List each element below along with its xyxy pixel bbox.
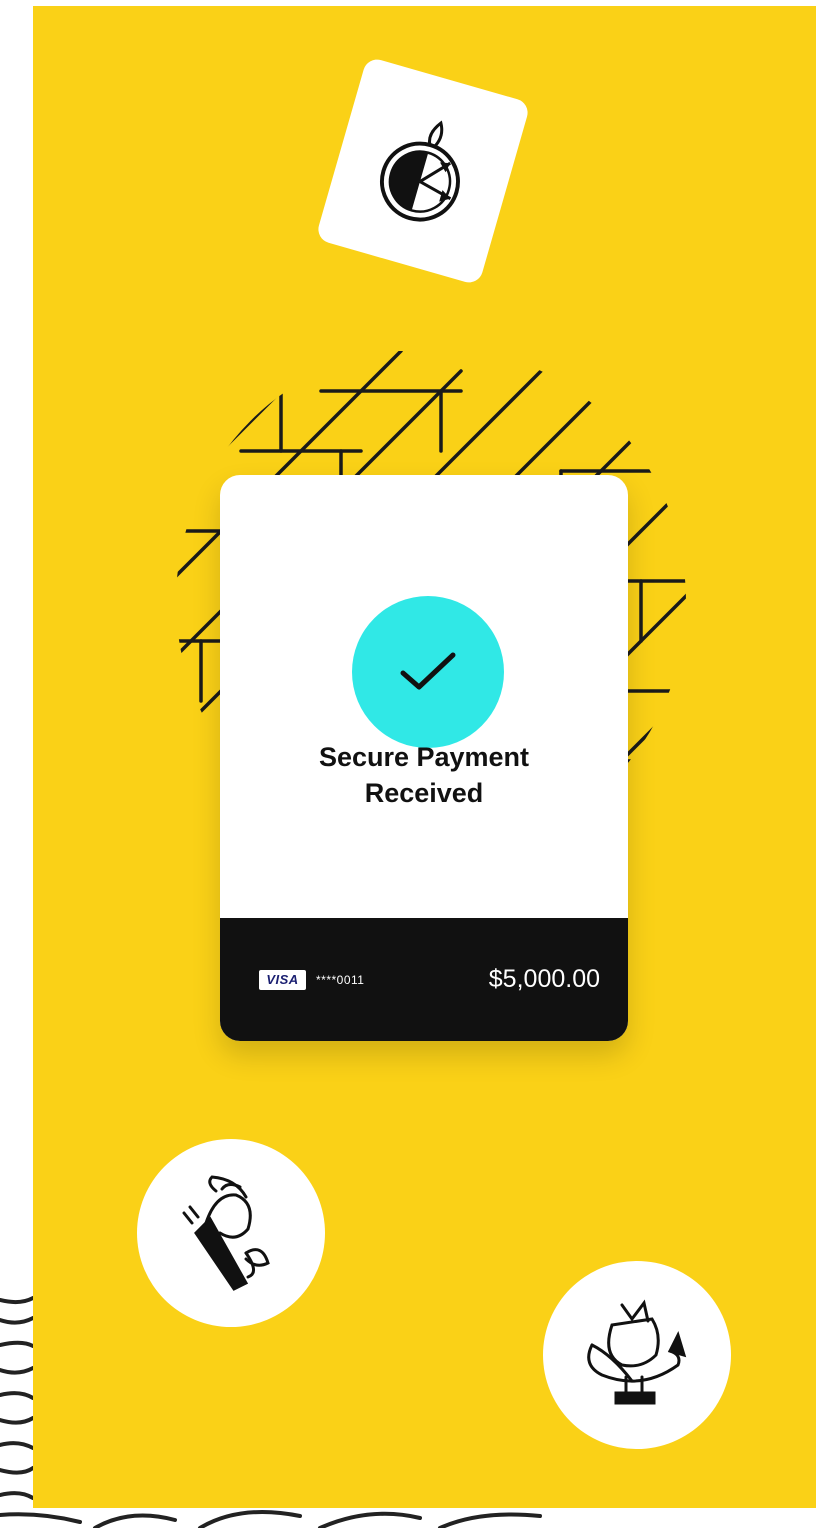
stopwatch-card: [315, 56, 531, 286]
payment-card: Secure Payment Received VISA ****0011 $5…: [220, 475, 628, 1041]
success-indicator: [352, 596, 504, 748]
trophy-badge: [543, 1261, 731, 1449]
card-number-masked: ****0011: [316, 972, 365, 987]
title-line-1: Secure Payment: [318, 742, 530, 772]
yellow-panel: Secure Payment Received VISA ****0011 $5…: [33, 6, 816, 1508]
fire-stopwatch-icon: [379, 120, 460, 222]
visa-logo: VISA: [259, 969, 306, 990]
payment-footer: VISA ****0011 $5,000.00: [220, 918, 628, 1041]
title-line-2: Received: [364, 778, 484, 808]
check-icon: [400, 652, 456, 690]
winged-shoe-icon: [182, 1175, 270, 1291]
winged-shoe-badge: [137, 1139, 325, 1327]
payment-status-title: Secure Payment Received: [220, 739, 628, 811]
trophy-banner-icon: [587, 1299, 687, 1405]
payment-amount: $5,000.00: [488, 965, 600, 993]
